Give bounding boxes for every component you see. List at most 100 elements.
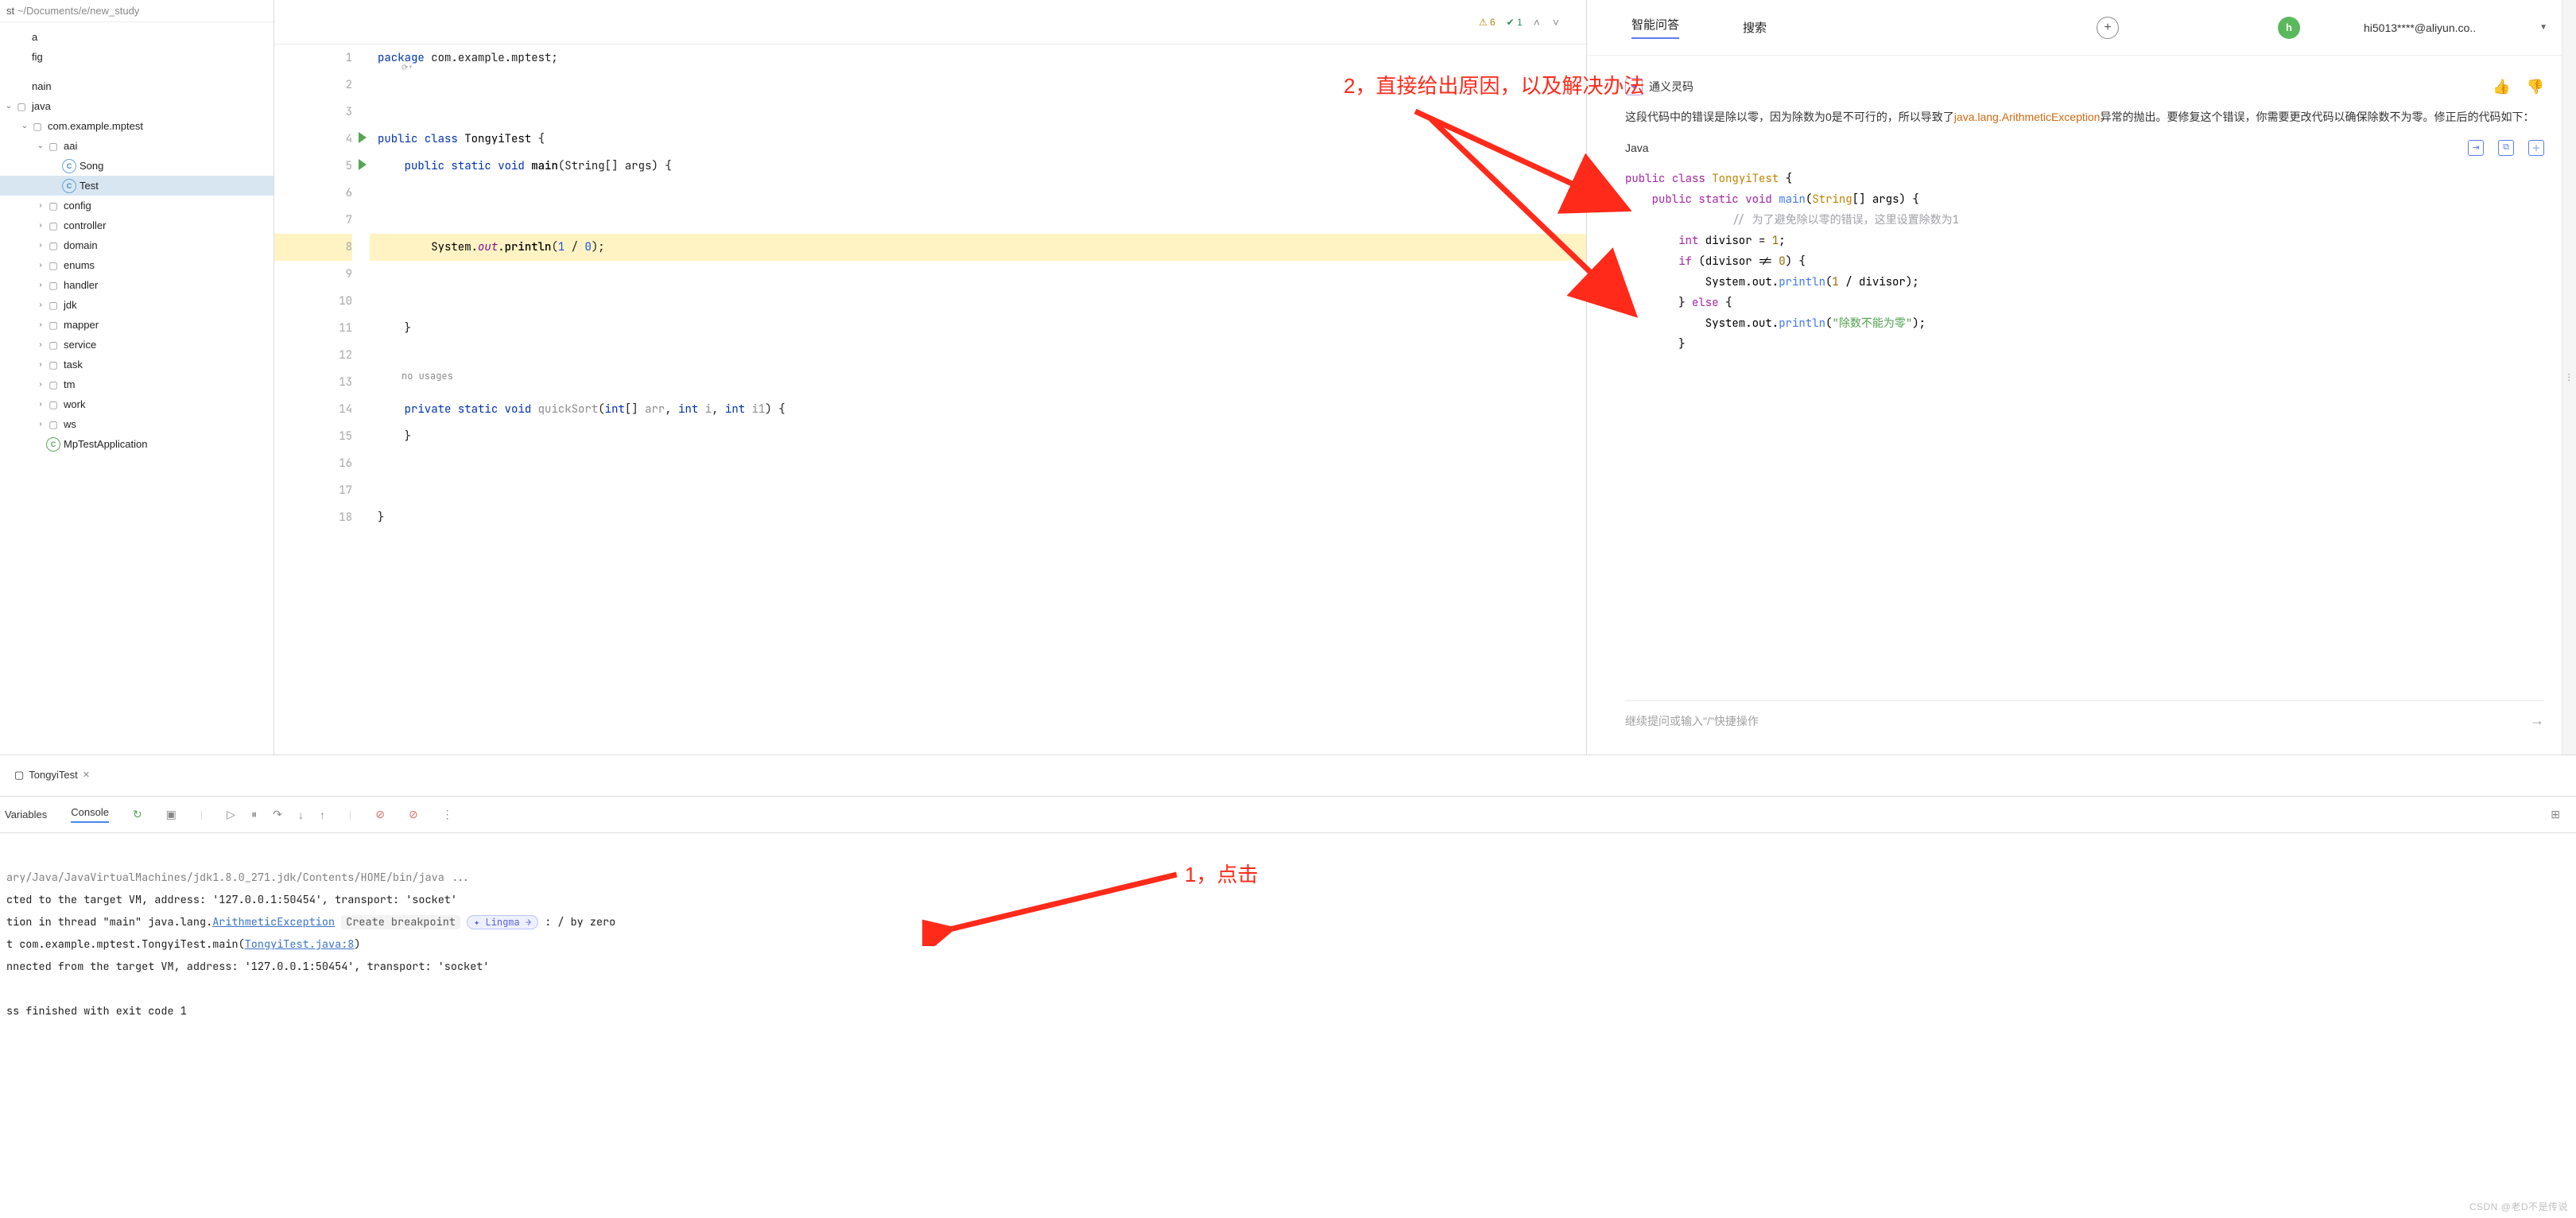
run-tab[interactable]: ▢TongyiTest✕ (5, 766, 99, 786)
tree-label: handler (64, 279, 98, 291)
tree-label: aai (64, 140, 77, 152)
right-gutter[interactable]: ⋯ (2562, 0, 2576, 754)
pause-icon[interactable]: ⏸ (251, 808, 257, 821)
pkg-icon: ▢ (46, 139, 60, 153)
warnings-badge[interactable]: ⚠ 6 (1479, 17, 1496, 28)
tree-node-java[interactable]: ⌄▢java (0, 96, 274, 116)
project-tree-panel: st ~/Documents/e/new_study a fig nain ⌄▢jav… (0, 0, 274, 754)
tree-node-work[interactable]: ›▢work (0, 394, 274, 414)
assistant-code-block[interactable]: public class TongyiTest { public static … (1625, 169, 2544, 355)
tab-search[interactable]: 搜索 (1743, 19, 1767, 36)
console-output[interactable]: ary/Java/JavaVirtualMachines/jdk1.8.0_27… (0, 833, 2576, 1056)
tree-label: Song (80, 160, 103, 172)
blank-icon (14, 80, 29, 94)
assistant-input[interactable]: 继续提问或输入"/"快捷操作 → (1625, 700, 2544, 740)
editor: ⚠ 6 ✔ 1 ˄ ˅ 123456789101112131415161718 … (274, 0, 1586, 754)
pkg-icon: ▢ (46, 338, 60, 352)
tree-node-mptestapplication[interactable]: C MpTestApplication (0, 434, 274, 454)
lingma-pill[interactable]: ✦ Lingma → (467, 915, 538, 929)
pkg-icon: ▢ (46, 378, 60, 392)
tree-label: task (64, 359, 83, 370)
code-lang-label: Java (1625, 142, 1649, 154)
layout-icon[interactable]: ⊞ (2551, 808, 2560, 821)
run-gutter-icon[interactable] (359, 159, 367, 170)
pkg-icon: ▢ (46, 239, 60, 253)
mute-bp-icon[interactable]: ⊘ (375, 808, 385, 821)
resume-icon[interactable]: ▷ (227, 808, 235, 821)
blank-icon (14, 30, 29, 45)
close-icon[interactable]: ✕ (83, 770, 90, 780)
subtab-console[interactable]: Console (71, 806, 109, 823)
tree-node-com-example-mptest[interactable]: ⌄▢com.example.mptest (0, 116, 274, 136)
breadcrumb[interactable]: st ~/Documents/e/new_study (0, 0, 274, 22)
tree-node-a[interactable]: a (0, 27, 274, 47)
tree-label: fig (32, 51, 43, 63)
tree-label: com.example.mptest (48, 120, 143, 132)
step-over-icon[interactable]: ↷ (273, 808, 282, 821)
run-gutter-icon[interactable] (359, 132, 367, 143)
pkg-icon: ▢ (14, 99, 29, 114)
more-icon[interactable]: ⋮ (442, 808, 453, 821)
tree-node-jdk[interactable]: ›▢jdk (0, 295, 274, 315)
step-out-icon[interactable]: ↑ (320, 809, 325, 821)
pkg-icon: ▢ (46, 398, 60, 412)
insert-code-icon[interactable]: ⇥ (2468, 140, 2484, 156)
tree-label: nain (32, 80, 52, 92)
tree-label: controller (64, 219, 106, 231)
tree-node-handler[interactable]: ›▢handler (0, 275, 274, 295)
pkg-icon: ▢ (46, 278, 60, 293)
thumbs-up-icon[interactable]: 👍 (2493, 79, 2510, 95)
copy-code-icon[interactable]: ⧉ (2498, 140, 2514, 156)
tree-label: config (64, 200, 91, 211)
tree-label: service (64, 339, 96, 351)
tree-node-song[interactable]: CSong (0, 156, 274, 176)
new-file-icon[interactable]: ＋ (2528, 140, 2544, 156)
user-menu-caret[interactable]: ▼ (2539, 23, 2547, 32)
pkg-icon: ▢ (46, 258, 60, 273)
tree-label: MpTestApplication (64, 438, 148, 450)
nav-up-down[interactable]: ˄ ˅ (1534, 16, 1564, 29)
tree-node-ws[interactable]: ›▢ws (0, 414, 274, 434)
tree-node-mapper[interactable]: ›▢mapper (0, 315, 274, 335)
subtab-variables[interactable]: Variables (5, 809, 47, 820)
checks-badge[interactable]: ✔ 1 (1507, 17, 1523, 28)
assistant-logo-icon: ✦ (1625, 78, 1643, 95)
tree-node-nain[interactable]: nain (0, 76, 274, 96)
new-chat-button[interactable]: + (2097, 17, 2119, 39)
rerun-icon[interactable]: ↻ (133, 808, 142, 821)
stop-icon[interactable]: ▣ (166, 808, 177, 821)
tree-label: mapper (64, 319, 99, 331)
tree-node-test[interactable]: C Test (0, 176, 274, 196)
editor-code[interactable]: package com.example.mptest; public class… (370, 45, 1586, 754)
tree-label: Test (80, 180, 99, 192)
cls_green-icon: C (46, 437, 60, 452)
tree-label: a (32, 31, 37, 43)
tab-qa[interactable]: 智能问答 (1631, 16, 1679, 39)
tree-node-domain[interactable]: ›▢domain (0, 235, 274, 255)
step-into-icon[interactable]: ↓ (298, 809, 304, 821)
user-label[interactable]: hi5013****@aliyun.co.. (2364, 21, 2476, 34)
thumbs-down-icon[interactable]: 👎 (2527, 79, 2544, 95)
pkg-icon: ▢ (46, 199, 60, 213)
cls-icon: C (62, 179, 76, 193)
ai-assistant-panel: 智能问答 搜索 + h hi5013****@aliyun.co.. ▼ ✦ 通… (1586, 0, 2576, 754)
watermark: CSDN @老D不是传说 (2469, 1200, 2568, 1213)
tree-label: java (32, 100, 51, 112)
tree-label: domain (64, 239, 98, 251)
view-bp-icon[interactable]: ⊘ (409, 808, 418, 821)
pkg-icon: ▢ (46, 417, 60, 432)
tree-node-aai[interactable]: ⌄▢aai (0, 136, 274, 156)
pkg-icon: ▢ (46, 318, 60, 332)
tree-node-fig[interactable]: fig (0, 47, 274, 67)
tree-node-tm[interactable]: ›▢tm (0, 374, 274, 394)
pkg-icon: ▢ (30, 119, 45, 134)
avatar[interactable]: h (2278, 17, 2300, 39)
tree-node-task[interactable]: ›▢task (0, 355, 274, 374)
tree-node-service[interactable]: ›▢service (0, 335, 274, 355)
create-breakpoint-button[interactable]: Create breakpoint (341, 915, 460, 929)
tree-node-config[interactable]: ›▢config (0, 196, 274, 215)
tree-node-controller[interactable]: ›▢controller (0, 215, 274, 235)
editor-gutter[interactable]: 123456789101112131415161718 (274, 45, 370, 754)
send-icon[interactable]: → (2530, 712, 2544, 729)
tree-node-enums[interactable]: ›▢enums (0, 255, 274, 275)
